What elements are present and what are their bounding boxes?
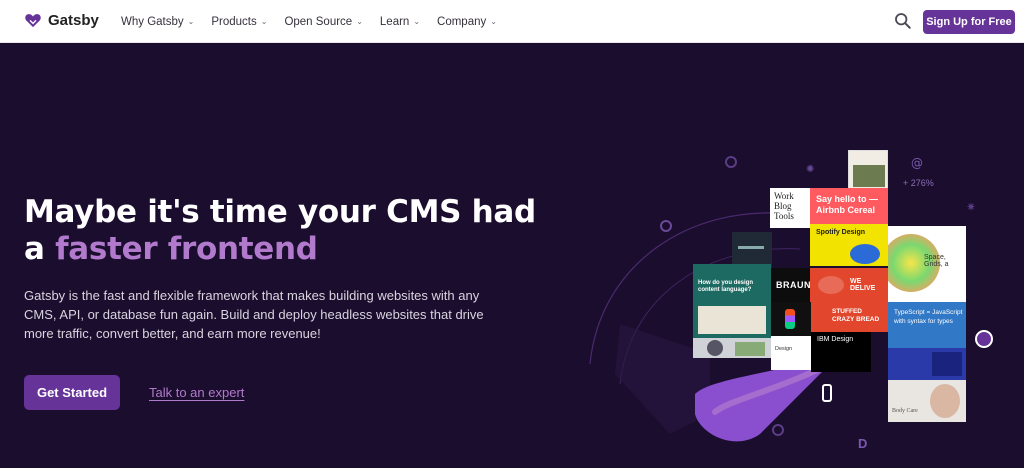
tile-work-blog: Work Blog Tools [770,188,810,228]
tile-blog-thumb [848,150,888,190]
body-care-text: Body Care [892,408,918,414]
at-icon: @ [911,156,923,170]
tile-newspaper [888,348,966,380]
menu-products[interactable]: Products ⌄ [211,16,267,28]
headline-line1: Maybe it's time your CMS had [24,194,536,230]
menu-learn[interactable]: Learn ⌄ [380,16,420,28]
brand-home-link[interactable]: Gatsby [24,11,99,29]
menu-label: Products [211,15,257,28]
chevron-down-icon: ⌄ [490,17,497,26]
d-icon: D [858,436,868,451]
chevron-down-icon: ⌄ [260,17,268,26]
tile-ibm: IBM Design [811,332,871,372]
chevron-down-icon: ⌄ [187,17,195,26]
chevron-down-icon: ⌄ [413,17,421,26]
search-icon[interactable] [894,12,912,30]
brand-name: Gatsby [48,11,99,29]
tile-photo-collage [693,338,771,358]
airbnb-text: Say hello to — Airbnb Cereal [816,194,879,215]
menu-label: Company [437,15,487,28]
contentful-icon [660,220,672,232]
hero-illustration: Work Blog Tools Say hello to — Airbnb Ce… [560,134,1024,468]
tile-figma [771,302,811,336]
deliver-text: WE DELIVE [850,278,876,292]
hero-description: Gatsby is the fast and flexible framewor… [24,288,484,341]
gatsby-badge-icon [975,330,993,348]
menu-label: Learn [379,15,410,28]
crazy-bread-text: STUFFED CRAZY BREAD [832,308,880,323]
drupal-icon [772,424,784,436]
tile-design-article: Design [771,336,811,370]
hero-section: Maybe it's time your CMS had a faster fr… [0,44,1024,468]
tile-design-content: How do you design content language? [693,264,771,338]
talk-to-expert-link[interactable]: Talk to an expert [149,385,244,400]
spotify-text: Spotify Design [816,229,866,236]
headline-prefix: a [24,231,56,267]
chevron-down-icon: ⌄ [356,17,363,26]
design-content-text: How do you design content language? [698,280,753,293]
tile-braun: BRAUN [771,268,811,302]
gear-icon: ✷ [966,200,977,214]
sparkle-icon: ✺ [806,164,815,175]
menu-open-source[interactable]: Open Source ⌄ [284,16,362,28]
work-blog-text: Work Blog Tools [774,191,794,221]
wordpress-icon [725,156,737,168]
gatsby-logo-icon [25,14,41,28]
tile-typescript: TypeScript = JavaScript with syntax for … [888,302,966,348]
growth-stat: + 276% [903,178,934,188]
menu-label: Why Gatsby [121,15,184,28]
tile-space-grids: Space, Grids, a [888,226,966,302]
design-text: Design [775,346,793,352]
ibm-text: IBM Design [817,336,854,343]
tile-body-care: Body Care [888,380,966,422]
headline-accent: faster frontend [55,231,318,267]
menu-why-gatsby[interactable]: Why Gatsby ⌄ [121,16,194,28]
robot-icon [822,384,832,402]
main-menu: Why Gatsby ⌄ Products ⌄ Open Source ⌄ Le… [121,0,497,43]
hero-headline: Maybe it's time your CMS had a faster fr… [24,194,536,268]
tile-react [732,232,772,268]
space-text: Space, Grids, a [924,254,949,268]
tile-crazy-bread: STUFFED CRAZY BREAD [810,302,888,332]
tile-spotify: Spotify Design [810,224,888,266]
signup-button[interactable]: Sign Up for Free [923,10,1015,34]
tile-airbnb: Say hello to — Airbnb Cereal [810,188,888,224]
braun-text: BRAUN [776,280,811,290]
typescript-text: TypeScript = JavaScript with syntax for … [894,309,963,325]
top-navigation: Gatsby Why Gatsby ⌄ Products ⌄ Open Sour… [0,0,1024,43]
menu-label: Open Source [284,15,353,28]
tile-deliver: WE DELIVE [810,268,888,302]
get-started-button[interactable]: Get Started [24,375,120,410]
menu-company[interactable]: Company ⌄ [437,16,497,28]
